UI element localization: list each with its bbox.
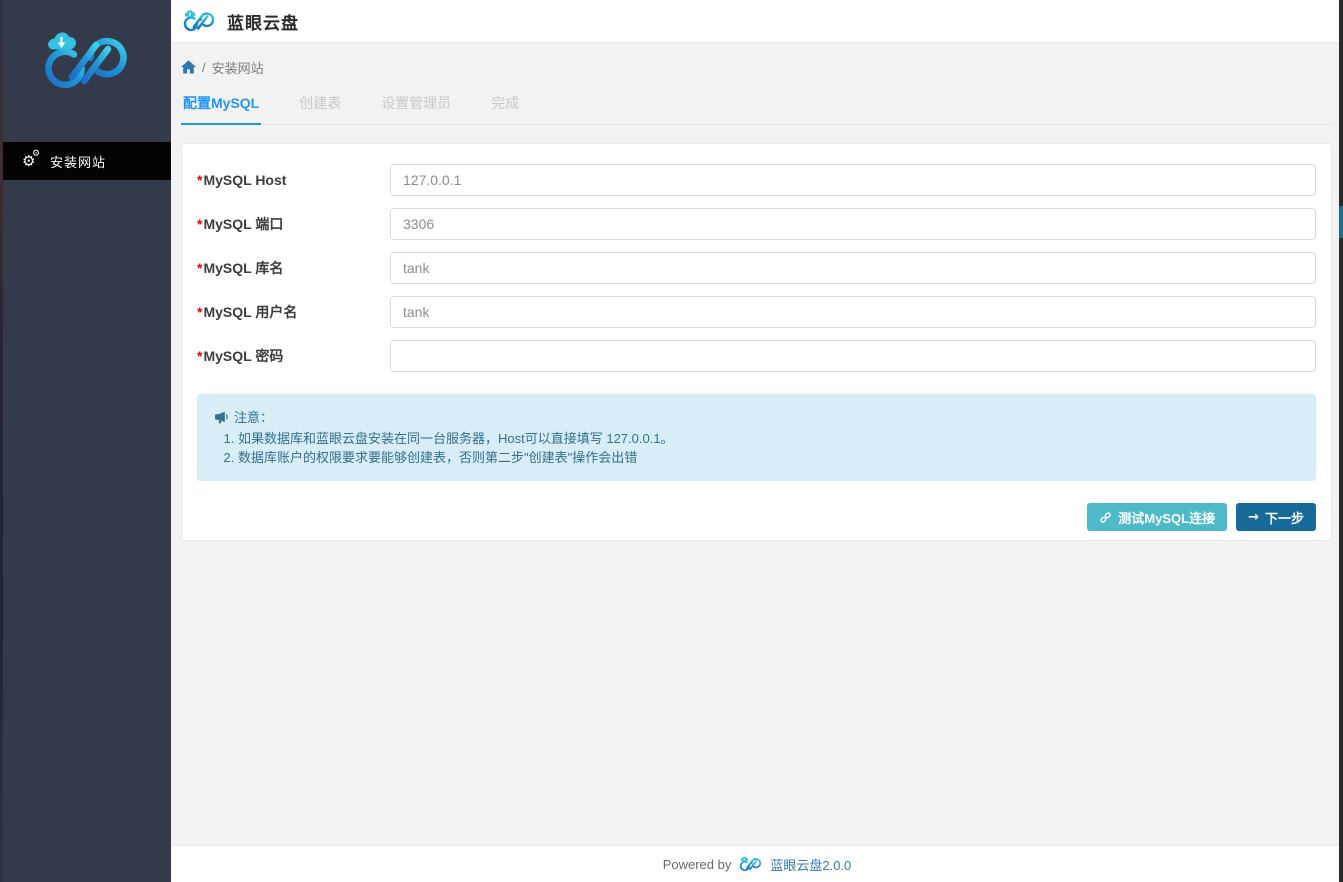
- mysql-username-label: *MySQL 用户名: [197, 302, 390, 322]
- breadcrumb-separator: /: [202, 60, 206, 75]
- footer: Powered by 蓝眼云盘2.0.0: [171, 845, 1343, 882]
- tab-configure-mysql[interactable]: 配置MySQL: [181, 93, 261, 124]
- sidebar-item-install-site[interactable]: ⚙⚙ 安装网站: [0, 142, 171, 180]
- link-icon: [1099, 511, 1112, 524]
- sidebar-item-label: 安装网站: [50, 152, 106, 171]
- required-marker: *: [197, 260, 202, 276]
- mysql-password-label: *MySQL 密码: [197, 346, 390, 366]
- required-marker: *: [197, 216, 202, 232]
- breadcrumb-current: 安装网站: [212, 58, 264, 77]
- main-area: 蓝眼云盘 / 安装网站 配置MySQL 创建表 设置管理员 完成 *MySQL …: [171, 0, 1343, 882]
- required-marker: *: [197, 304, 202, 320]
- breadcrumb: / 安装网站: [181, 55, 1332, 79]
- form-row-host: *MySQL Host: [197, 164, 1316, 196]
- mysql-config-panel: *MySQL Host *MySQL 端口 *MySQL 库名 *MySQL 用…: [181, 143, 1332, 541]
- form-row-port: *MySQL 端口: [197, 208, 1316, 240]
- tab-create-tables[interactable]: 创建表: [297, 93, 343, 124]
- app-logo-small: [181, 9, 217, 33]
- version-link[interactable]: 蓝眼云盘2.0.0: [770, 855, 851, 874]
- form-row-password: *MySQL 密码: [197, 340, 1316, 372]
- window-scrollbar[interactable]: [1339, 0, 1343, 882]
- gears-icon: ⚙⚙: [22, 154, 42, 169]
- form-row-username: *MySQL 用户名: [197, 296, 1316, 328]
- mysql-database-label: *MySQL 库名: [197, 258, 390, 278]
- next-step-button[interactable]: → 下一步: [1236, 503, 1316, 531]
- action-buttons: 测试MySQL连接 → 下一步: [197, 503, 1316, 532]
- powered-by-text: Powered by: [663, 857, 732, 872]
- footer-logo: [738, 856, 763, 872]
- mysql-username-input[interactable]: [390, 296, 1316, 328]
- tab-finish[interactable]: 完成: [489, 93, 521, 124]
- required-marker: *: [197, 172, 202, 188]
- tab-setup-admin[interactable]: 设置管理员: [379, 93, 453, 124]
- arrow-right-icon: →: [1248, 510, 1259, 525]
- home-icon[interactable]: [181, 60, 196, 74]
- notice-item: 如果数据库和蓝眼云盘安装在同一台服务器，Host可以直接填写 127.0.0.1…: [238, 429, 1299, 448]
- scrollbar-thumb[interactable]: [1339, 206, 1343, 238]
- mysql-host-label: *MySQL Host: [197, 172, 390, 188]
- wizard-tabs: 配置MySQL 创建表 设置管理员 完成: [181, 93, 1332, 125]
- notice-list: 如果数据库和蓝眼云盘安装在同一台服务器，Host可以直接填写 127.0.0.1…: [214, 429, 1299, 467]
- notice-title: 注意：: [234, 408, 273, 427]
- test-mysql-connection-button[interactable]: 测试MySQL连接: [1087, 503, 1227, 531]
- sidebar: ⚙⚙ 安装网站: [0, 0, 171, 882]
- notice-title-row: 注意：: [214, 408, 1299, 427]
- mysql-password-input[interactable]: [390, 340, 1316, 372]
- mysql-port-label: *MySQL 端口: [197, 214, 390, 234]
- mysql-port-input[interactable]: [390, 208, 1316, 240]
- content-area: / 安装网站 配置MySQL 创建表 设置管理员 完成 *MySQL Host …: [171, 43, 1343, 845]
- app-logo: [38, 30, 134, 92]
- form-row-database: *MySQL 库名: [197, 252, 1316, 284]
- notice-item: 数据库账户的权限要求要能够创建表，否则第二步"创建表"操作会出错: [238, 448, 1299, 467]
- notice-alert: 注意： 如果数据库和蓝眼云盘安装在同一台服务器，Host可以直接填写 127.0…: [197, 394, 1316, 481]
- required-marker: *: [197, 348, 202, 364]
- mysql-host-input[interactable]: [390, 164, 1316, 196]
- mysql-database-input[interactable]: [390, 252, 1316, 284]
- sidebar-edge-decoration: [0, 0, 3, 882]
- top-header: 蓝眼云盘: [171, 0, 1343, 43]
- bullhorn-icon: [214, 411, 228, 424]
- page-title: 蓝眼云盘: [227, 9, 299, 34]
- sidebar-menu: ⚙⚙ 安装网站: [0, 142, 171, 180]
